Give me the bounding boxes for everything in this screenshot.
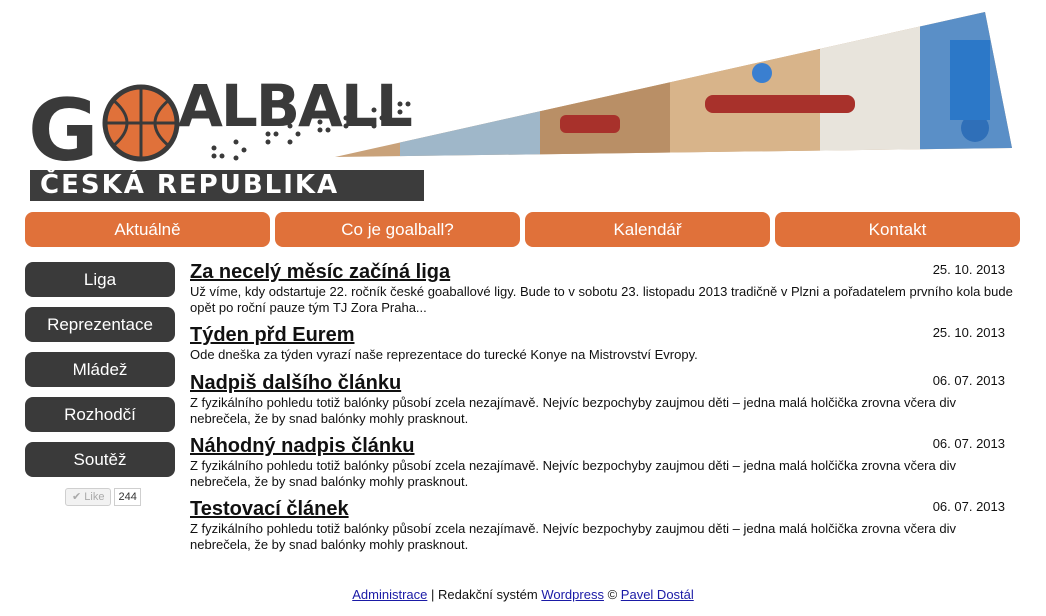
- footer-system-text: Redakční systém: [438, 587, 538, 602]
- article-excerpt-line: Z fyzikálního pohledu totiž balónky půso…: [190, 521, 956, 536]
- article-title[interactable]: Nadpiš dalšího článku: [190, 371, 401, 395]
- copyright-symbol: ©: [607, 587, 618, 602]
- site-header: G ALBALL ČESKÁ REPUBLIKA: [0, 0, 1046, 205]
- sidebar-item-mladez[interactable]: Mládež: [25, 352, 175, 387]
- goalball-logo: G ALBALL: [28, 72, 414, 170]
- article-excerpt-line: Z fyzikálního pohledu totiž balónky půso…: [190, 395, 956, 410]
- article-list: Za necelý měsíc začíná liga 25. 10. 2013…: [190, 260, 1015, 560]
- article-date: 06. 07. 2013: [932, 499, 1005, 514]
- like-button[interactable]: ✔ Like: [65, 488, 112, 506]
- side-navigation: Liga Reprezentace Mládež Rozhodčí Soutěž: [25, 262, 175, 487]
- admin-link[interactable]: Administrace: [352, 587, 427, 602]
- article-excerpt-line: nebrečela, že by snad balónky mohly pras…: [190, 411, 469, 426]
- sidebar-item-rozhodci[interactable]: Rozhodčí: [25, 397, 175, 432]
- article-excerpt-line: Ode dneška za týden vyrazí naše reprezen…: [190, 347, 698, 362]
- article-date: 06. 07. 2013: [932, 373, 1005, 388]
- site-footer: Administrace | Redakční systém Wordpress…: [0, 587, 1046, 602]
- nav-aktualne[interactable]: Aktuálně: [25, 212, 270, 247]
- article-date: 25. 10. 2013: [932, 262, 1005, 277]
- article-date: 06. 07. 2013: [932, 436, 1005, 451]
- nav-co-je-goalball[interactable]: Co je goalball?: [275, 212, 520, 247]
- sidebar-item-liga[interactable]: Liga: [25, 262, 175, 297]
- sidebar-item-soutez[interactable]: Soutěž: [25, 442, 175, 477]
- author-link[interactable]: Pavel Dostál: [621, 587, 694, 602]
- footer-separator: |: [430, 587, 435, 602]
- check-icon: ✔: [72, 491, 82, 503]
- nav-kalendar[interactable]: Kalendář: [525, 212, 770, 247]
- facebook-like-widget: ✔ Like 244: [65, 488, 141, 506]
- article-title[interactable]: Týden přd Eurem: [190, 323, 354, 347]
- article-item: Náhodný nadpis článku 06. 07. 2013 Z fyz…: [190, 434, 1015, 497]
- wordpress-link[interactable]: Wordpress: [541, 587, 604, 602]
- like-count: 244: [114, 488, 141, 506]
- nav-kontakt[interactable]: Kontakt: [775, 212, 1020, 247]
- article-title[interactable]: Za necelý měsíc začíná liga: [190, 260, 450, 284]
- article-excerpt-line: Z fyzikálního pohledu totiž balónky půso…: [190, 458, 956, 473]
- article-item: Nadpiš dalšího článku 06. 07. 2013 Z fyz…: [190, 371, 1015, 434]
- article-item: Testovací článek 06. 07. 2013 Z fyzikáln…: [190, 497, 1015, 560]
- country-banner: ČESKÁ REPUBLIKA: [30, 170, 424, 201]
- article-excerpt-line: Už víme, kdy odstartuje 22. ročník české…: [190, 284, 1013, 299]
- sidebar-item-reprezentace[interactable]: Reprezentace: [25, 307, 175, 342]
- top-navigation: Aktuálně Co je goalball? Kalendář Kontak…: [25, 212, 1021, 247]
- goalball-ball-photo: [752, 63, 772, 83]
- article-excerpt-line: nebrečela, že by snad balónky mohly pras…: [190, 474, 469, 489]
- svg-text:ALBALL: ALBALL: [178, 72, 412, 140]
- article-excerpt-line: opět po roční pauze tým TJ Zora Praha...: [190, 300, 427, 315]
- article-excerpt-line: nebrečela, že by snad balónky mohly pras…: [190, 537, 469, 552]
- article-item: Za necelý měsíc začíná liga 25. 10. 2013…: [190, 260, 1015, 323]
- article-title[interactable]: Testovací článek: [190, 497, 349, 521]
- svg-text:G: G: [28, 81, 95, 170]
- article-date: 25. 10. 2013: [932, 325, 1005, 340]
- article-item: Týden přd Eurem 25. 10. 2013 Ode dneška …: [190, 323, 1015, 371]
- like-label: Like: [84, 491, 105, 503]
- article-title[interactable]: Náhodný nadpis článku: [190, 434, 414, 458]
